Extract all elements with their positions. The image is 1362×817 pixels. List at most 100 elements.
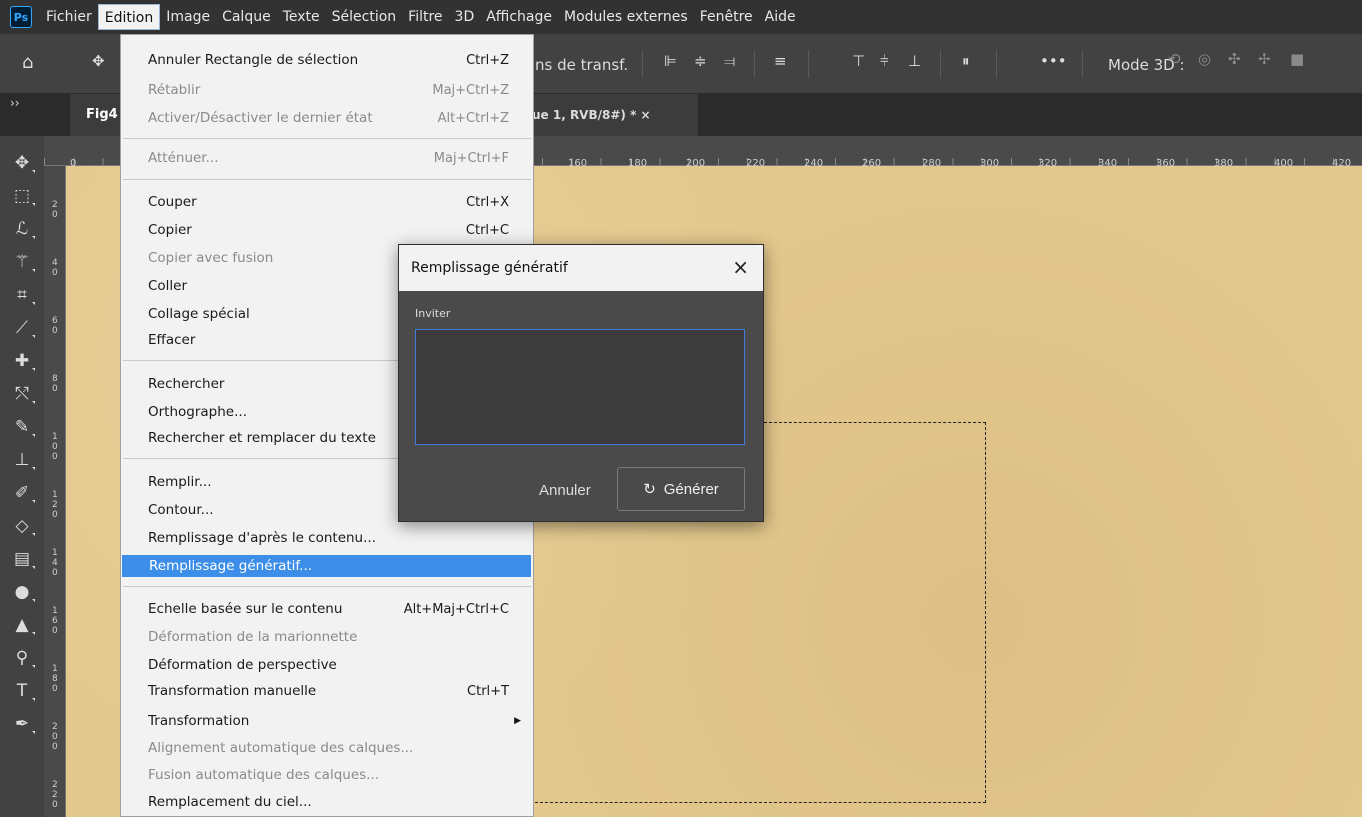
menu-item-label: Collage spécial (148, 306, 250, 322)
home-icon[interactable]: ⌂ (22, 52, 33, 73)
ruler-label: 2 2 0 (52, 780, 58, 810)
menu-item-label: Copier avec fusion (148, 250, 274, 266)
menu-item-deformation-marionnette[interactable]: Déformation de la marionnette (121, 626, 533, 648)
healing-brush-tool-icon[interactable]: ✚ (8, 348, 36, 374)
align-left-icon[interactable]: ⊫ (664, 52, 677, 70)
menu-item-alignement-auto[interactable]: Alignement automatique des calques... (121, 737, 533, 759)
menu-item-label: Rechercher et remplacer du texte (148, 430, 376, 446)
ruler-label: 2 0 (52, 200, 58, 220)
menu-item-transformation-manuelle[interactable]: Transformation manuelle Ctrl+T (121, 680, 533, 702)
menu-item-label: Copier (148, 222, 192, 238)
align-right-icon[interactable]: ⫤ (724, 52, 735, 70)
menu-fichier[interactable]: Fichier (40, 4, 98, 30)
roll-3d-icon[interactable]: ◎ (1198, 50, 1211, 68)
menu-modules-externes[interactable]: Modules externes (558, 4, 694, 30)
menu-item-remplacement-ciel[interactable]: Remplacement du ciel... (121, 791, 533, 813)
menu-separator (123, 179, 531, 180)
menu-item-label: Remplir... (148, 474, 212, 490)
menu-affichage[interactable]: Affichage (480, 4, 558, 30)
align-center-icon[interactable]: ≑ (694, 52, 707, 70)
menu-item-couper[interactable]: Couper Ctrl+X (121, 191, 533, 213)
cancel-button[interactable]: Annuler (533, 481, 597, 500)
menu-edition[interactable]: Edition (97, 4, 161, 30)
blur-tool-icon[interactable]: ● (8, 579, 36, 605)
menu-item-annuler[interactable]: Annuler Rectangle de sélection Ctrl+Z (121, 49, 533, 71)
distribute-vertical-icon[interactable]: ⏸ (962, 52, 970, 70)
align-top-icon[interactable]: ⊤ (852, 52, 865, 70)
menu-item-echelle-contenu[interactable]: Echelle basée sur le contenu Alt+Maj+Ctrl… (121, 598, 533, 620)
history-brush-tool-icon[interactable]: ✐ (8, 480, 36, 506)
content-aware-move-tool-icon[interactable]: ⤲ (8, 381, 36, 407)
menu-item-label: Alignement automatique des calques... (148, 740, 414, 756)
menu-item-remplissage-generatif[interactable]: Remplissage génératif... (122, 555, 531, 577)
menu-item-deformation-perspective[interactable]: Déformation de perspective (121, 654, 533, 676)
separator (642, 50, 643, 78)
menu-item-label: Remplacement du ciel... (148, 794, 312, 810)
generate-label: Générer (663, 480, 719, 498)
menu-item-transformation[interactable]: Transformation ▶ (121, 710, 533, 732)
generate-sparkle-icon: ↻ (643, 481, 656, 498)
menu-item-label: Effacer (148, 332, 196, 348)
sharpen-tool-icon[interactable]: ▲ (8, 612, 36, 638)
more-options-icon[interactable]: ••• (1040, 52, 1067, 70)
type-tool-icon[interactable]: T (8, 678, 36, 704)
menu-item-label: Rétablir (148, 82, 201, 98)
menu-3d[interactable]: 3D (449, 4, 481, 30)
magic-wand-tool-icon[interactable]: ⚚ (8, 249, 36, 275)
gradient-tool-icon[interactable]: ▤ (8, 546, 36, 572)
crop-tool-icon[interactable]: ⌗ (8, 282, 36, 308)
photoshop-logo-icon[interactable]: Ps (10, 6, 32, 28)
menu-aide[interactable]: Aide (759, 4, 802, 30)
vertical-ruler: 2 0 4 0 6 0 8 0 1 0 0 1 2 0 1 4 0 1 6 0 … (44, 166, 66, 817)
menu-item-shortcut: Alt+Maj+Ctrl+C (403, 601, 509, 617)
eraser-tool-icon[interactable]: ◇ (8, 513, 36, 539)
dodge-tool-icon[interactable]: ⚲ (8, 645, 36, 671)
menu-texte[interactable]: Texte (277, 4, 326, 30)
menu-item-fusion-auto[interactable]: Fusion automatique des calques... (121, 764, 533, 786)
menu-item-shortcut: Ctrl+X (466, 194, 509, 210)
dialog-title: Remplissage génératif (411, 260, 568, 276)
generate-button[interactable]: ↻ Générer (617, 467, 745, 511)
brush-tool-icon[interactable]: ✎ (8, 414, 36, 440)
ruler-label: 6 0 (52, 316, 58, 336)
distribute-icon[interactable]: ≡ (774, 52, 787, 70)
lasso-tool-icon[interactable]: ℒ (8, 216, 36, 242)
close-icon[interactable]: × (732, 255, 749, 279)
pen-tool-icon[interactable]: ✒ (8, 711, 36, 737)
ruler-label: 1 2 0 (52, 490, 58, 520)
document-tab-title[interactable]: ue 1, RVB/8#) * × (528, 94, 698, 136)
menu-item-label: Atténuer... (148, 150, 219, 166)
menu-separator (123, 138, 531, 139)
menu-item-label: Activer/Désactiver le dernier état (148, 110, 373, 126)
menu-separator (123, 586, 531, 587)
collapse-panels-icon[interactable]: ›› (10, 96, 20, 110)
menu-item-attenuer[interactable]: Atténuer... Maj+Ctrl+F (121, 147, 533, 169)
align-bottom-icon[interactable]: ⊥ (908, 52, 921, 70)
align-middle-icon[interactable]: ⫩ (880, 52, 889, 70)
orbit-3d-icon[interactable]: ⟲ (1168, 50, 1181, 68)
pan-3d-icon[interactable]: ✣ (1228, 50, 1241, 68)
separator (808, 50, 809, 78)
menu-item-copier[interactable]: Copier Ctrl+C (121, 219, 533, 241)
menu-filtre[interactable]: Filtre (402, 4, 448, 30)
menu-item-retablir[interactable]: Rétablir Maj+Ctrl+Z (121, 79, 533, 101)
slide-3d-icon[interactable]: ✢ (1258, 50, 1271, 68)
move-tool-icon[interactable]: ✥ (8, 150, 36, 176)
menu-fenetre[interactable]: Fenêtre (694, 4, 759, 30)
marquee-tool-icon[interactable]: ⬚ (8, 183, 36, 209)
menu-item-activer-desactiver[interactable]: Activer/Désactiver le dernier état Alt+Ct… (121, 107, 533, 129)
menu-item-label: Contour... (148, 502, 214, 518)
scale-3d-icon[interactable]: ■ (1290, 50, 1304, 68)
menu-selection[interactable]: Sélection (326, 4, 403, 30)
menu-calque[interactable]: Calque (216, 4, 277, 30)
menu-item-shortcut: Ctrl+T (467, 683, 509, 699)
transform-controls-label[interactable]: ns de transf. (535, 56, 628, 74)
move-tool-icon[interactable]: ✥ (92, 52, 105, 70)
prompt-input[interactable] (415, 329, 745, 445)
menu-item-label: Annuler Rectangle de sélection (148, 52, 359, 68)
clone-stamp-tool-icon[interactable]: ⊥ (8, 447, 36, 473)
eyedropper-tool-icon[interactable]: ⟋ (8, 315, 36, 341)
menu-image[interactable]: Image (160, 4, 216, 30)
menu-item-remplissage-contenu[interactable]: Remplissage d'après le contenu... (121, 527, 533, 549)
menu-item-label: Echelle basée sur le contenu (148, 601, 343, 617)
